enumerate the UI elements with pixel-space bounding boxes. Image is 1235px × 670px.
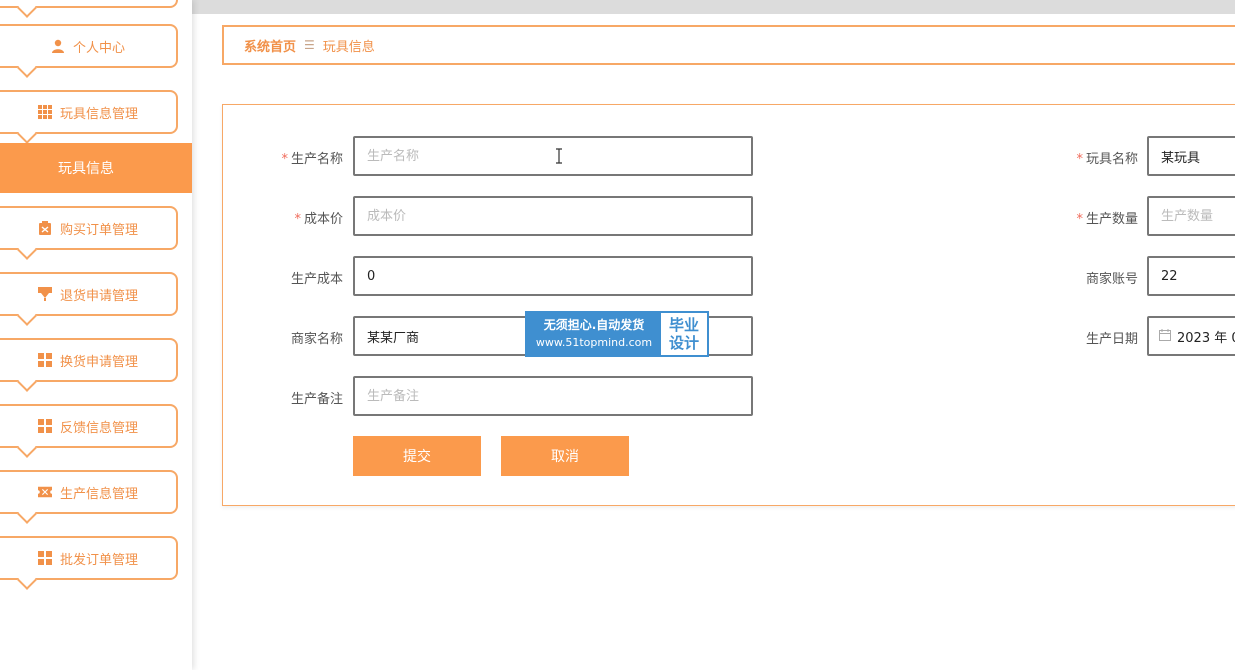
text-cursor-icon: [555, 148, 563, 168]
calendar-icon: [1159, 328, 1171, 344]
sidebar-item-feedback-management[interactable]: 反馈信息管理: [0, 404, 178, 458]
production-cost-label: 生产成本: [290, 272, 343, 287]
watermark-badge: 无须担心.自动发货 www.51topmind.com 毕业 设计: [525, 311, 709, 357]
production-quantity-input[interactable]: [1147, 196, 1235, 236]
toy-name-label: * 玩具名称: [1076, 152, 1138, 167]
sidebar-item-label: 个人中心: [72, 40, 125, 56]
production-name-input[interactable]: [353, 136, 753, 176]
sidebar: 个人中心 玩具信息管理 玩具信息 购买订单管理 退货申请管理 换货申请管理 反馈…: [0, 0, 192, 670]
grid-icon: [37, 353, 52, 367]
top-bar: [192, 0, 1235, 14]
cancel-button[interactable]: 取消: [501, 436, 629, 476]
sidebar-item-label: 生产信息管理: [59, 486, 138, 502]
production-date-value: 2023 年 0: [1177, 330, 1235, 346]
production-cost-input[interactable]: [353, 256, 753, 296]
submit-button[interactable]: 提交: [353, 436, 481, 476]
merchant-account-input[interactable]: [1147, 256, 1235, 296]
sidebar-item-label: 换货申请管理: [59, 354, 138, 370]
production-name-label: * 生产名称: [281, 152, 343, 167]
ticket-icon: [37, 485, 52, 499]
sidebar-item-label: 购买订单管理: [59, 222, 138, 238]
watermark-right-line1: 毕业: [668, 316, 699, 334]
grid-icon: [37, 419, 52, 433]
grid-icon: [37, 551, 52, 565]
watermark-right: 毕业 设计: [661, 313, 707, 355]
breadcrumb-home-link[interactable]: 系统首页: [244, 36, 296, 55]
user-icon: [51, 39, 65, 53]
watermark-left: 无须担心.自动发货 www.51topmind.com: [527, 313, 661, 355]
watermark-right-line2: 设计: [668, 334, 699, 352]
production-date-label: 生产日期: [1085, 332, 1138, 347]
sidebar-item-toy-info-management[interactable]: 玩具信息管理: [0, 90, 178, 144]
clipboard-icon: [38, 221, 52, 235]
cost-price-label: * 成本价: [294, 212, 343, 227]
toy-name-input[interactable]: [1147, 136, 1235, 176]
watermark-url: www.51topmind.com: [535, 336, 653, 349]
sidebar-item-collapsed-top[interactable]: [0, 0, 178, 18]
sidebar-subitem-toy-info[interactable]: 玩具信息: [0, 143, 192, 193]
grid-icon: [37, 105, 52, 119]
sidebar-item-return-request-management[interactable]: 退货申请管理: [0, 272, 178, 326]
sidebar-item-label: 批发订单管理: [59, 552, 138, 568]
production-date-picker[interactable]: 2023 年 0: [1147, 316, 1235, 356]
breadcrumb-separator-icon: ☰: [304, 38, 315, 52]
sidebar-item-wholesale-order-management[interactable]: 批发订单管理: [0, 536, 178, 590]
merchant-name-label: 商家名称: [290, 332, 343, 347]
cost-price-input[interactable]: [353, 196, 753, 236]
sidebar-item-production-info-management[interactable]: 生产信息管理: [0, 470, 178, 524]
sidebar-item-personal-center[interactable]: 个人中心: [0, 24, 178, 78]
merchant-account-label: 商家账号: [1085, 272, 1138, 287]
breadcrumb-current: 玩具信息: [322, 39, 375, 55]
production-note-input[interactable]: [353, 376, 753, 416]
sidebar-item-label: 反馈信息管理: [59, 420, 138, 436]
production-note-label: 生产备注: [290, 392, 343, 407]
toy-info-form: *生产名称 *玩具名称 *成本价 *生产数量 生产成本 商家账号 商家名称 生产…: [222, 104, 1235, 506]
flag-icon: [37, 287, 52, 301]
sidebar-item-exchange-request-management[interactable]: 换货申请管理: [0, 338, 178, 392]
sidebar-item-label: 玩具信息管理: [59, 106, 138, 122]
sidebar-item-purchase-order-management[interactable]: 购买订单管理: [0, 206, 178, 260]
sidebar-item-label: 退货申请管理: [59, 288, 138, 304]
production-quantity-label: * 生产数量: [1076, 212, 1138, 227]
breadcrumb: 系统首页 ☰ 玩具信息: [222, 25, 1235, 65]
watermark-line1: 无须担心.自动发货: [543, 318, 645, 332]
